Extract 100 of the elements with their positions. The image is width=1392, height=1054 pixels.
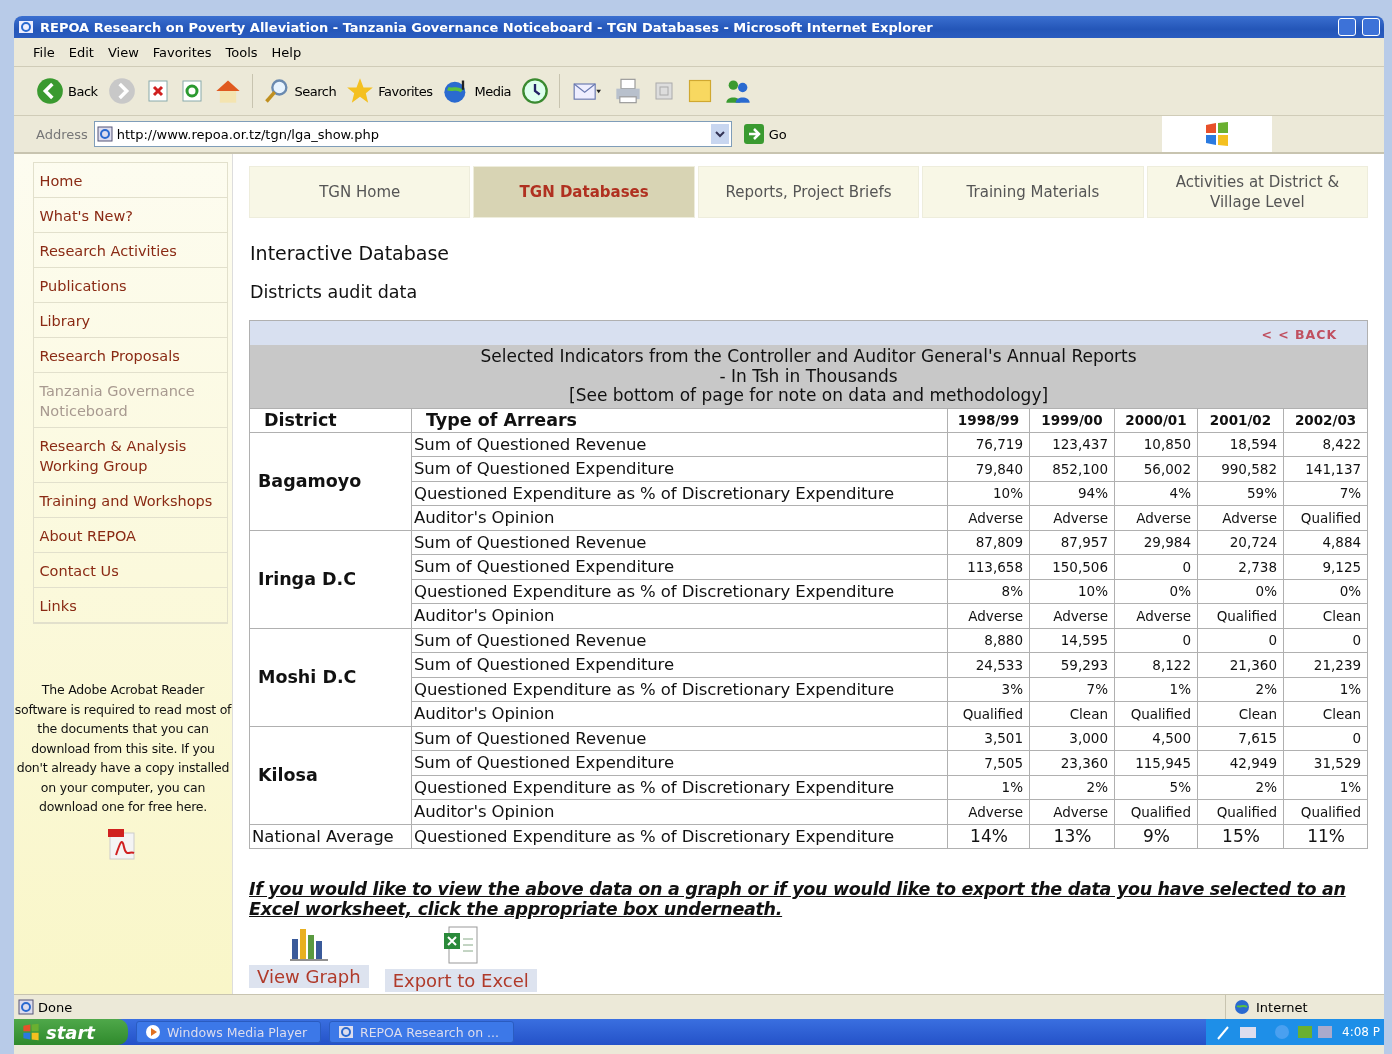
table-cell: 2%: [1029, 775, 1115, 800]
table-cell: 1%: [1114, 677, 1198, 702]
menu-item[interactable]: File: [28, 42, 60, 62]
table-cell: 7,615: [1197, 726, 1284, 751]
table-cell: 14,595: [1029, 628, 1115, 653]
table-cell: 1%: [1283, 677, 1368, 702]
table-cell: Qualified: [1197, 799, 1284, 824]
table-cell: Questioned Expenditure as % of Discretionary Expenditure: [411, 481, 948, 506]
windows-logo-icon: [22, 1023, 40, 1041]
table-cell: Questioned Expenditure as % of Discretionary Expenditure: [411, 677, 948, 702]
table-cell: 0: [1283, 628, 1368, 653]
table-cell: 59%: [1197, 481, 1284, 506]
table-cell: Clean: [1197, 701, 1284, 726]
menu-item[interactable]: Favorites: [147, 42, 217, 62]
table-cell: 7%: [1029, 677, 1115, 702]
table-cell: Sum of Questioned Revenue: [411, 628, 948, 653]
menu-item[interactable]: Tools: [220, 42, 263, 62]
table-cell: 59,293: [1029, 652, 1115, 677]
table-cell: 8%: [947, 579, 1030, 604]
district-cell: Moshi D.C: [249, 628, 412, 726]
restore-button[interactable]: [1362, 18, 1380, 36]
table-cell: Sum of Questioned Revenue: [411, 432, 948, 457]
start-button[interactable]: start: [14, 1019, 128, 1045]
table-cell: 0%: [1283, 579, 1368, 604]
table-cell: 4,884: [1283, 530, 1368, 555]
sidebar-link[interactable]: Research Proposals: [33, 338, 227, 373]
nav-tab[interactable]: Activities at District & Village Level: [1146, 166, 1369, 218]
nav-tab[interactable]: TGN Databases: [473, 166, 695, 218]
column-header: 2002/03: [1283, 408, 1368, 432]
table-cell: Questioned Expenditure as % of Discretionary Expenditure: [411, 824, 948, 849]
windows-logo-icon: [1204, 121, 1230, 147]
table-cell: 18,594: [1197, 432, 1284, 457]
table-cell: 13%: [1029, 824, 1115, 849]
sidebar-link[interactable]: Training and Workshops: [33, 483, 227, 518]
history-button[interactable]: [519, 77, 551, 105]
menu-item[interactable]: View: [102, 42, 144, 62]
table-cell: 29,984: [1114, 530, 1198, 555]
sidebar-link[interactable]: What's New?: [33, 198, 227, 233]
table-cell: 15%: [1197, 824, 1284, 849]
acrobat-note: The Adobe Acrobat Reader software is required to read most of the documents that you can download from this site. If you don't already have a copy installed on your computer, you can download one for free here.: [14, 681, 232, 816]
search-button[interactable]: Search: [260, 77, 339, 105]
table-cell: Qualified: [1283, 799, 1368, 824]
note-icon: [686, 77, 714, 105]
address-text: http://www.repoa.or.tz/tgn/lga_show.php: [116, 126, 380, 142]
nav-tab[interactable]: TGN Home: [249, 166, 471, 218]
sidebar-link[interactable]: Research Activities: [33, 233, 227, 268]
go-button[interactable]: Go: [737, 123, 793, 145]
favorites-button[interactable]: Favorites: [344, 77, 435, 105]
column-header: 1998/99: [947, 408, 1030, 432]
back-button[interactable]: Back: [34, 77, 100, 105]
menu-item[interactable]: Help: [266, 42, 307, 62]
table-cell: Qualified: [1114, 799, 1198, 824]
section-heading: Districts audit data: [250, 282, 419, 302]
table-cell: 0: [1114, 554, 1198, 579]
table-cell: Clean: [1283, 701, 1368, 726]
table-cell: 990,582: [1197, 456, 1284, 481]
nav-tab[interactable]: Training Materials: [922, 166, 1144, 218]
table-cell: Adverse: [947, 603, 1030, 628]
table-cell: 9,125: [1283, 554, 1368, 579]
address-field[interactable]: http://www.repoa.or.tz/tgn/lga_show.php: [93, 121, 732, 147]
sidebar-link[interactable]: Publications: [33, 268, 227, 303]
export-note-link[interactable]: If you would like to view the above data on a graph or if you would like to export the data you have selected to an Excel worksheet, click the appropriate box underneath.: [249, 879, 1359, 919]
table-cell: Questioned Expenditure as % of Discretionary Expenditure: [411, 775, 948, 800]
minimize-button[interactable]: [1338, 18, 1356, 36]
table-cell: 0: [1114, 628, 1198, 653]
column-header: 1999/00: [1029, 408, 1115, 432]
column-header: 2000/01: [1114, 408, 1198, 432]
table-cell: Clean: [1029, 701, 1115, 726]
table-cell: 141,137: [1283, 456, 1368, 481]
table-cell: 76,719: [947, 432, 1030, 457]
table-cell: Qualified: [947, 701, 1030, 726]
sidebar-link[interactable]: Library: [33, 303, 227, 338]
sidebar-link[interactable]: Home: [33, 163, 227, 198]
page-icon: [18, 999, 34, 1015]
table-cell: Adverse: [1029, 505, 1115, 530]
view-graph-button[interactable]: View Graph: [249, 965, 369, 988]
table-cell: 3,501: [947, 726, 1030, 751]
column-header: 2001/02: [1197, 408, 1284, 432]
column-header: Type of Arrears: [411, 408, 948, 432]
back-link[interactable]: < < BACK: [1261, 326, 1338, 342]
export-button[interactable]: Export to Excel: [384, 969, 537, 992]
history-icon: [521, 77, 549, 105]
globe-icon: [1234, 999, 1250, 1015]
sidebar-link[interactable]: Links: [33, 588, 227, 623]
media-button[interactable]: Media: [440, 77, 513, 105]
menu-item[interactable]: Edit: [63, 42, 99, 62]
sidebar-link[interactable]: About REPOA: [33, 518, 227, 553]
page-icon: [96, 126, 113, 142]
table-cell: 8,422: [1283, 432, 1368, 457]
table-cell: 56,002: [1114, 456, 1198, 481]
table-cell: Sum of Questioned Revenue: [411, 726, 948, 751]
sidebar-link[interactable]: Contact Us: [33, 553, 227, 588]
table-cell: 10%: [947, 481, 1030, 506]
table-cell: 1%: [947, 775, 1030, 800]
table-cell: Qualified: [1283, 505, 1368, 530]
sidebar-link[interactable]: Research & Analysis Working Group: [33, 428, 227, 483]
table-cell: 4,500: [1114, 726, 1198, 751]
zone-text: Internet: [1256, 999, 1308, 1015]
nav-tab[interactable]: Reports, Project Briefs: [697, 166, 920, 218]
table-cell: 0%: [1197, 579, 1284, 604]
